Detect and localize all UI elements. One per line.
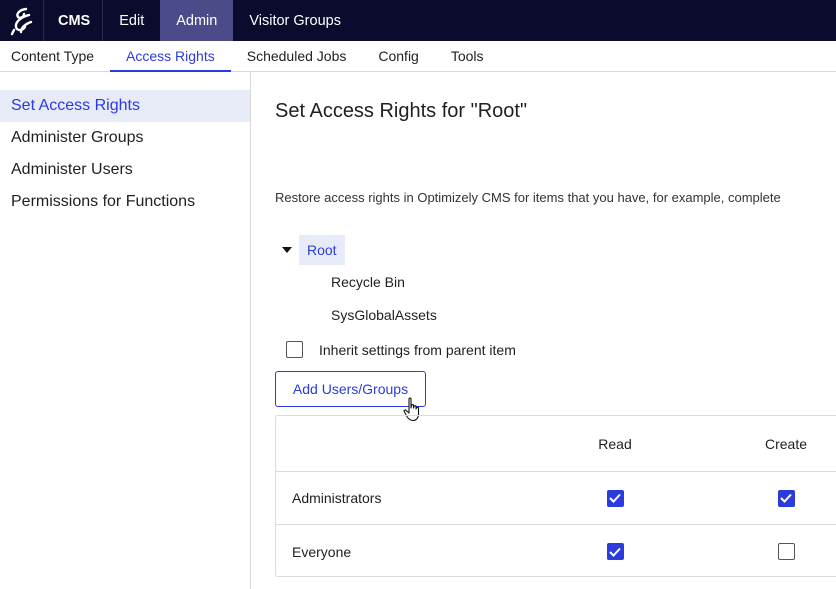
top-nav-admin[interactable]: Admin	[160, 0, 234, 41]
check-icon	[609, 547, 621, 557]
tree-item-recycle-bin[interactable]: Recycle Bin	[331, 267, 405, 297]
check-icon	[609, 493, 621, 503]
sidebar-item-permissions-for-functions[interactable]: Permissions for Functions	[0, 186, 250, 218]
sidebar-item-administer-groups[interactable]: Administer Groups	[0, 122, 250, 154]
page-title: Set Access Rights for "Root"	[275, 100, 528, 122]
sidebar-item-administer-users[interactable]: Administer Users	[0, 154, 250, 186]
top-nav-edit[interactable]: Edit	[103, 0, 160, 41]
table-row: Administrators	[276, 472, 836, 525]
tree-item-root[interactable]: Root	[275, 235, 345, 265]
tab-tools[interactable]: Tools	[435, 41, 500, 71]
inherit-settings-row[interactable]: Inherit settings from parent item	[286, 341, 516, 358]
tab-scheduled-jobs[interactable]: Scheduled Jobs	[231, 41, 363, 71]
administrators-create-checkbox[interactable]	[777, 489, 795, 507]
table-row: Everyone	[276, 525, 836, 578]
everyone-read-checkbox[interactable]	[606, 543, 624, 560]
top-navigation-bar: CMS Edit Admin Visitor Groups	[0, 0, 836, 41]
page-description: Restore access rights in Optimizely CMS …	[275, 190, 781, 205]
tab-config[interactable]: Config	[362, 41, 434, 71]
check-icon	[780, 493, 792, 503]
main-content: Set Access Rights for "Root" Restore acc…	[251, 72, 836, 589]
sidebar-item-set-access-rights[interactable]: Set Access Rights	[0, 90, 250, 122]
tab-content-type[interactable]: Content Type	[0, 41, 110, 71]
column-header-read: Read	[598, 435, 632, 452]
table-header-row: Read Create	[276, 416, 836, 472]
administrators-read-checkbox[interactable]	[606, 489, 624, 507]
row-name-administrators: Administrators	[292, 490, 382, 506]
optimizely-logo-icon[interactable]	[0, 0, 44, 41]
inherit-settings-checkbox[interactable]	[286, 341, 303, 358]
caret-down-icon[interactable]	[275, 235, 299, 265]
admin-subnav: Content Type Access Rights Scheduled Job…	[0, 41, 836, 72]
everyone-create-checkbox[interactable]	[777, 543, 795, 560]
access-rights-table: Read Create Administrators Everyone	[275, 415, 836, 577]
column-header-create: Create	[764, 435, 808, 452]
inherit-settings-label: Inherit settings from parent item	[319, 341, 516, 358]
row-name-everyone: Everyone	[292, 543, 352, 560]
tab-access-rights[interactable]: Access Rights	[110, 41, 231, 72]
cms-brand[interactable]: CMS	[44, 0, 104, 41]
sidebar: Set Access Rights Administer Groups Admi…	[0, 72, 251, 589]
tree-item-sysglobalassets[interactable]: SysGlobalAssets	[331, 300, 437, 330]
top-nav-visitor-groups[interactable]: Visitor Groups	[233, 0, 357, 41]
tree-item-root-label[interactable]: Root	[299, 235, 345, 265]
